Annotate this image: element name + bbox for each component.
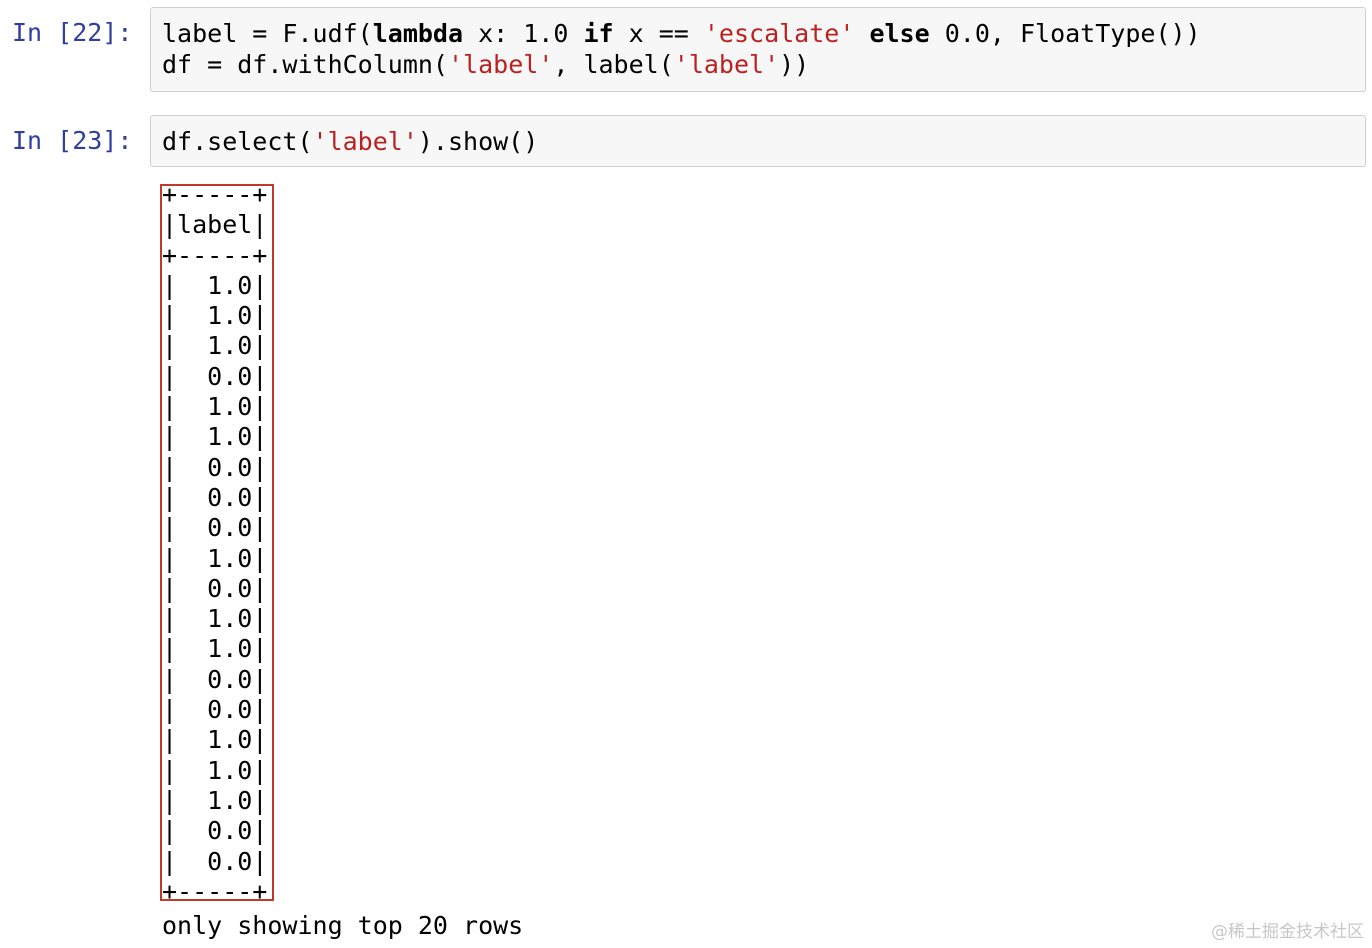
- code-token: 'label': [673, 50, 780, 79]
- code-token: else: [869, 19, 930, 48]
- output-footer: only showing top 20 rows: [162, 911, 524, 940]
- code-token: 'label': [447, 50, 554, 79]
- code-token: 'escalate': [703, 19, 855, 48]
- code-line: label = F.udf(lambda x: 1.0 if x == 'esc…: [162, 18, 1365, 49]
- code-token: )): [779, 50, 810, 79]
- cell-prompt-23: In [23]:: [12, 126, 133, 155]
- code-token: , label(: [553, 50, 674, 79]
- cell-prompt-22: In [22]:: [12, 18, 133, 47]
- code-token: 'label': [312, 127, 418, 156]
- code-token: df.select(: [162, 127, 313, 156]
- code-token: x: 1.0: [463, 19, 584, 48]
- code-token: label = F.udf(: [162, 19, 373, 48]
- code-line: df.select('label').show(): [162, 126, 1365, 157]
- code-token: x ==: [613, 19, 704, 48]
- code-cell-23[interactable]: df.select('label').show(): [150, 115, 1366, 167]
- code-token: ).show(): [417, 127, 539, 156]
- code-line: df = df.withColumn('label', label('label…: [162, 49, 1365, 80]
- code-token: if: [583, 19, 614, 48]
- code-token: df = df.withColumn(: [162, 50, 448, 79]
- code-token: lambda: [372, 19, 464, 48]
- code-cell-22[interactable]: label = F.udf(lambda x: 1.0 if x == 'esc…: [150, 7, 1366, 92]
- watermark: @稀土掘金技术社区: [1211, 922, 1364, 942]
- code-token: 0.0, FloatType()): [929, 19, 1201, 48]
- highlight-box: [160, 184, 274, 901]
